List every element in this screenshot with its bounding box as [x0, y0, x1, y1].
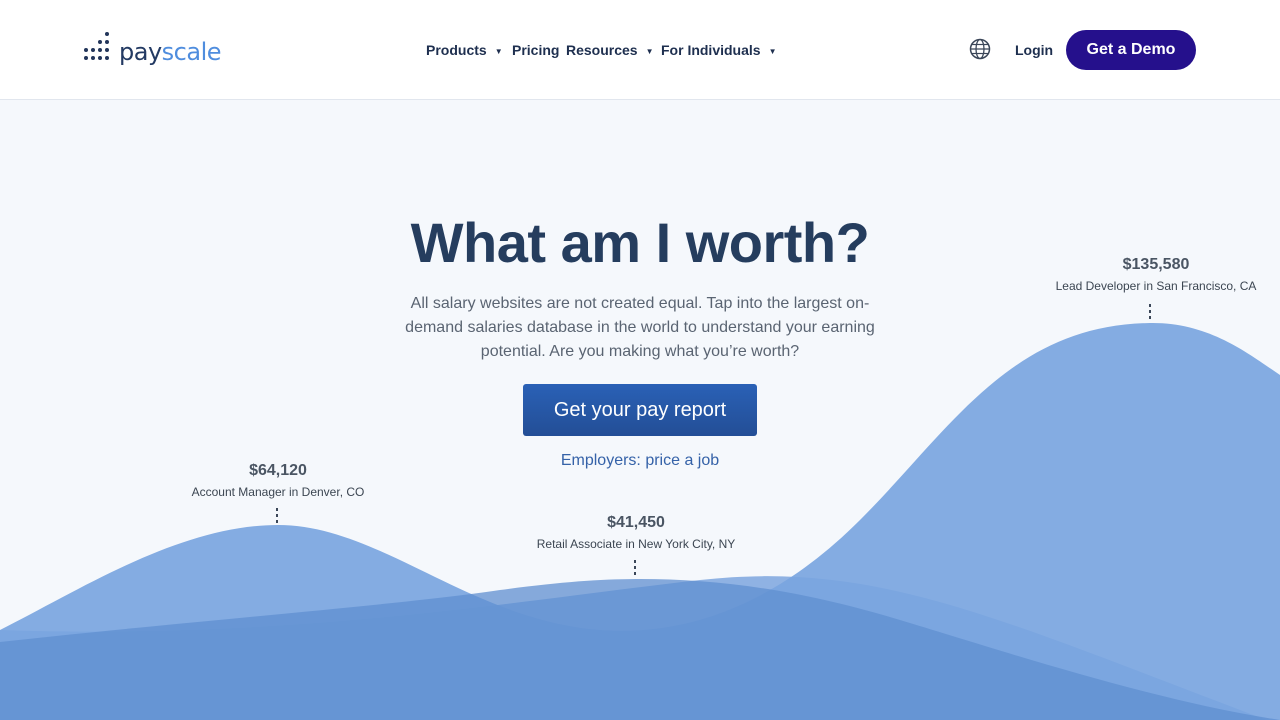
- salary-amount: $135,580: [1122, 256, 1190, 273]
- salary-job-location: Lead Developer in San Francisco, CA: [1055, 279, 1257, 293]
- nav-for-individuals[interactable]: For Individuals ▼: [661, 38, 777, 62]
- login-link[interactable]: Login: [1015, 38, 1053, 62]
- get-demo-button[interactable]: Get a Demo: [1066, 30, 1196, 70]
- nav-pricing-label: Pricing: [512, 42, 560, 58]
- salary-amount: $64,120: [249, 462, 307, 479]
- nav-resources-label: Resources: [566, 42, 638, 58]
- logo-text-scale: scale: [161, 38, 222, 66]
- salary-job-location: Account Manager in Denver, CO: [191, 485, 365, 499]
- salary-job-location: Retail Associate in New York City, NY: [536, 537, 736, 551]
- logo-dots-icon: [83, 30, 115, 70]
- nav-products[interactable]: Products ▼: [426, 38, 503, 62]
- logo-wordmark: payscale: [119, 38, 222, 66]
- get-pay-report-button[interactable]: Get your pay report: [523, 384, 757, 436]
- caret-down-icon: ▼: [494, 46, 503, 56]
- site-header: payscale Products ▼ Pricing Resources ▼ …: [0, 0, 1280, 100]
- nav-pricing[interactable]: Pricing: [512, 38, 559, 62]
- salary-callout-account-manager: $64,120 Account Manager in Denver, CO: [178, 460, 378, 500]
- logo-text-pay: pay: [119, 38, 162, 66]
- payscale-logo[interactable]: payscale: [83, 28, 222, 72]
- caret-down-icon: ▼: [768, 46, 777, 56]
- caret-down-icon: ▼: [645, 46, 654, 56]
- salary-callout-lead-developer: $135,580 Lead Developer in San Francisco…: [1040, 254, 1272, 294]
- salary-callout-retail-associate: $41,450 Retail Associate in New York Cit…: [516, 512, 756, 552]
- employers-price-job-link[interactable]: Employers: price a job: [561, 452, 719, 469]
- hero-subtitle: All salary websites are not created equa…: [405, 295, 875, 360]
- nav-for-individuals-label: For Individuals: [661, 42, 761, 58]
- nav-resources[interactable]: Resources ▼: [566, 38, 654, 62]
- globe-icon[interactable]: [969, 38, 991, 60]
- salary-amount: $41,450: [607, 514, 665, 531]
- nav-products-label: Products: [426, 42, 487, 58]
